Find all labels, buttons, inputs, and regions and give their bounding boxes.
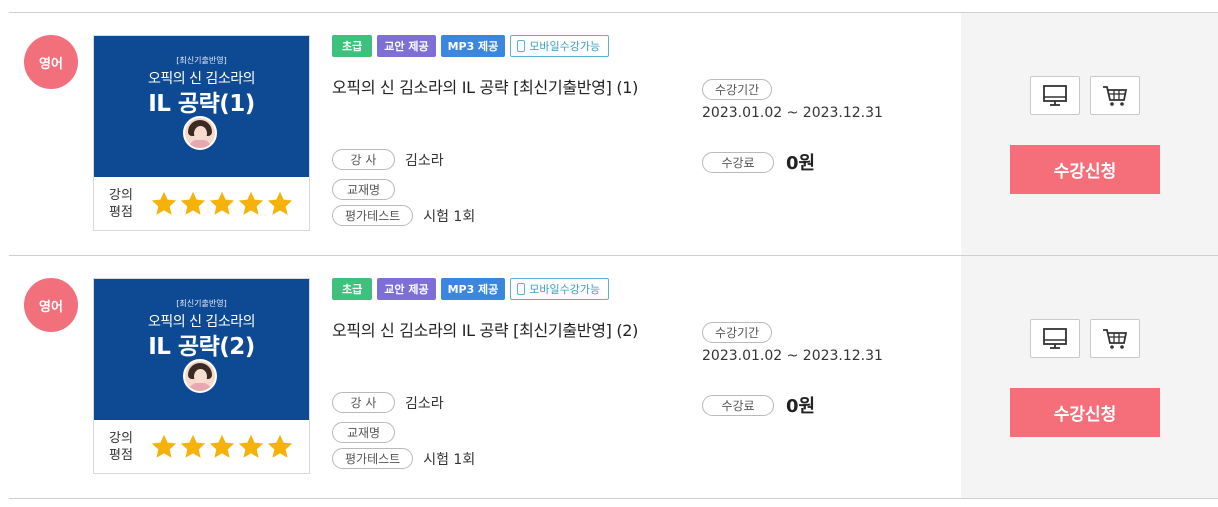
course-title[interactable]: 오픽의 신 김소라의 IL 공략 [최신기출반영] (2) xyxy=(332,317,638,341)
preview-button[interactable] xyxy=(1030,76,1080,115)
rating-stars xyxy=(150,190,294,218)
apply-button[interactable]: 수강신청 xyxy=(1010,145,1160,194)
action-icons xyxy=(1030,319,1140,358)
teacher-label: 강 사 xyxy=(332,149,395,170)
teacher-name: 김소라 xyxy=(405,395,444,412)
textbook-label: 교재명 xyxy=(332,422,395,443)
mobile-tag-label: 모바일수강가능 xyxy=(529,40,601,53)
mp3-tag: MP3 제공 xyxy=(440,35,506,57)
lecture-notes-tag: 교안 제공 xyxy=(377,35,436,57)
instructor-photo xyxy=(183,116,217,150)
course-thumbnail[interactable]: [최신기출반영] 오픽의 신 김소라의 IL 공략(2) 강의 평점 xyxy=(93,278,310,474)
textbook-row: 교재명 xyxy=(332,422,395,443)
fee-label: 수강료 xyxy=(702,394,774,416)
level-tag: 초급 xyxy=(332,35,373,57)
mobile-tag-label: 모바일수강가능 xyxy=(529,283,601,296)
course-cover[interactable]: [최신기출반영] 오픽의 신 김소라의 IL 공략(2) xyxy=(94,279,309,420)
cart-icon xyxy=(1103,85,1128,106)
course-cover[interactable]: [최신기출반영] 오픽의 신 김소라의 IL 공략(1) xyxy=(94,36,309,177)
fee-value: 0원 xyxy=(786,153,816,174)
test-label: 평가테스트 xyxy=(332,205,414,226)
teacher-row: 강 사 김소라 xyxy=(332,149,444,170)
rating-stars xyxy=(150,433,294,461)
cover-tag: [최신기출반영] xyxy=(176,299,227,308)
star-icon xyxy=(267,191,293,215)
period-label-wrap: 수강기간 xyxy=(702,322,773,343)
add-to-cart-button[interactable] xyxy=(1090,319,1140,358)
apply-button[interactable]: 수강신청 xyxy=(1010,388,1160,437)
monitor-icon xyxy=(1043,327,1067,349)
cover-title: IL 공략(2) xyxy=(148,334,255,360)
textbook-row: 교재명 xyxy=(332,179,395,200)
period-label: 수강기간 xyxy=(702,322,773,343)
mobile-tag: 모바일수강가능 xyxy=(510,35,610,57)
star-icon xyxy=(209,434,235,458)
course-list: 영어 [최신기출반영] 오픽의 신 김소라의 IL 공략(1) 강의 평점 초급 xyxy=(9,12,1218,499)
course-row: 영어 [최신기출반영] 오픽의 신 김소라의 IL 공략(1) 강의 평점 초급 xyxy=(9,13,1218,256)
course-row: 영어 [최신기출반영] 오픽의 신 김소라의 IL 공략(2) 강의 평점 초급 xyxy=(9,256,1218,499)
star-icon xyxy=(267,434,293,458)
mp3-tag: MP3 제공 xyxy=(440,278,506,300)
cart-icon xyxy=(1103,328,1128,349)
fee-row: 수강료 0원 xyxy=(702,392,815,418)
rating-label: 강의 평점 xyxy=(109,430,133,463)
test-row: 평가테스트 시험 1회 xyxy=(332,448,475,469)
teacher-name: 김소라 xyxy=(405,152,444,169)
category-badge: 영어 xyxy=(24,278,78,332)
star-icon xyxy=(180,191,206,215)
course-tags: 초급 교안 제공 MP3 제공 모바일수강가능 xyxy=(332,278,610,300)
test-row: 평가테스트 시험 1회 xyxy=(332,205,475,226)
monitor-icon xyxy=(1043,84,1067,106)
star-icon xyxy=(151,434,177,458)
teacher-row: 강 사 김소라 xyxy=(332,392,444,413)
star-icon xyxy=(238,434,264,458)
course-rating: 강의 평점 xyxy=(94,177,309,230)
star-icon xyxy=(180,434,206,458)
period-dates: 2023.01.02 ~ 2023.12.31 xyxy=(702,348,883,364)
level-tag: 초급 xyxy=(332,278,373,300)
instructor-photo xyxy=(183,359,217,393)
star-icon xyxy=(238,191,264,215)
fee-value: 0원 xyxy=(786,396,816,417)
test-value: 시험 1회 xyxy=(423,451,476,468)
preview-button[interactable] xyxy=(1030,319,1080,358)
add-to-cart-button[interactable] xyxy=(1090,76,1140,115)
textbook-label: 교재명 xyxy=(332,179,395,200)
course-actions-panel xyxy=(961,256,1218,498)
category-badge: 영어 xyxy=(24,35,78,89)
course-rating: 강의 평점 xyxy=(94,420,309,473)
test-label: 평가테스트 xyxy=(332,448,414,469)
period-dates: 2023.01.02 ~ 2023.12.31 xyxy=(702,105,883,121)
period-label-wrap: 수강기간 xyxy=(702,79,773,100)
period-label: 수강기간 xyxy=(702,79,773,100)
cover-title: IL 공략(1) xyxy=(148,91,255,117)
fee-row: 수강료 0원 xyxy=(702,149,815,175)
fee-label: 수강료 xyxy=(702,151,774,173)
action-icons xyxy=(1030,76,1140,115)
rating-label: 강의 평점 xyxy=(109,187,133,220)
course-info: 초급 교안 제공 MP3 제공 모바일수강가능 오픽의 신 김소라의 IL 공략… xyxy=(332,256,952,498)
course-tags: 초급 교안 제공 MP3 제공 모바일수강가능 xyxy=(332,35,610,57)
cover-tag: [최신기출반영] xyxy=(176,56,227,65)
course-thumbnail[interactable]: [최신기출반영] 오픽의 신 김소라의 IL 공략(1) 강의 평점 xyxy=(93,35,310,231)
course-info: 초급 교안 제공 MP3 제공 모바일수강가능 오픽의 신 김소라의 IL 공략… xyxy=(332,13,952,255)
phone-icon xyxy=(517,283,526,295)
course-title[interactable]: 오픽의 신 김소라의 IL 공략 [최신기출반영] (1) xyxy=(332,74,638,98)
star-icon xyxy=(151,191,177,215)
phone-icon xyxy=(517,40,526,52)
star-icon xyxy=(209,191,235,215)
course-actions-panel xyxy=(961,13,1218,255)
lecture-notes-tag: 교안 제공 xyxy=(377,278,436,300)
test-value: 시험 1회 xyxy=(423,208,476,225)
teacher-label: 강 사 xyxy=(332,392,395,413)
mobile-tag: 모바일수강가능 xyxy=(510,278,610,300)
